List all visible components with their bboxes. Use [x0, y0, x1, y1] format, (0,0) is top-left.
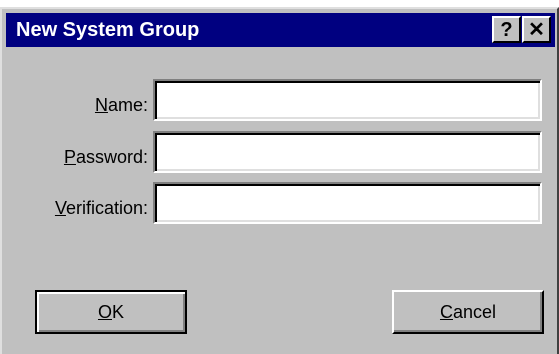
- password-label-mnemonic: P: [63, 147, 76, 167]
- cancel-button-label: ancel: [452, 301, 497, 322]
- name-label-text: ame:: [107, 95, 148, 115]
- close-icon: ✕: [528, 18, 545, 41]
- close-button[interactable]: ✕: [522, 16, 551, 43]
- verification-label-mnemonic: V: [54, 198, 66, 218]
- ok-button[interactable]: OK: [35, 290, 187, 334]
- name-label: Name:: [4, 94, 148, 116]
- cancel-button[interactable]: Cancel: [392, 290, 544, 334]
- name-label-mnemonic: N: [94, 95, 108, 115]
- password-label: Password:: [4, 146, 148, 168]
- password-label-text: assword:: [75, 147, 148, 167]
- title-bar[interactable]: New System Group ? ✕: [6, 13, 555, 47]
- cancel-button-mnemonic: C: [439, 301, 453, 322]
- verification-field[interactable]: [153, 182, 542, 224]
- window-title: New System Group: [16, 19, 200, 41]
- verification-label-text: erification:: [65, 198, 148, 218]
- verification-label: Verification:: [4, 197, 148, 219]
- password-field[interactable]: [153, 131, 542, 173]
- help-button[interactable]: ?: [492, 16, 521, 43]
- verification-input[interactable]: [159, 188, 536, 218]
- name-field[interactable]: [153, 79, 542, 121]
- ok-button-label: K: [112, 301, 125, 322]
- question-mark-icon: ?: [500, 18, 513, 41]
- password-input[interactable]: [159, 137, 536, 167]
- name-input[interactable]: [159, 85, 536, 115]
- ok-button-mnemonic: O: [97, 301, 112, 322]
- new-system-group-dialog: New System Group ? ✕ Name: Password: Ver…: [0, 7, 559, 354]
